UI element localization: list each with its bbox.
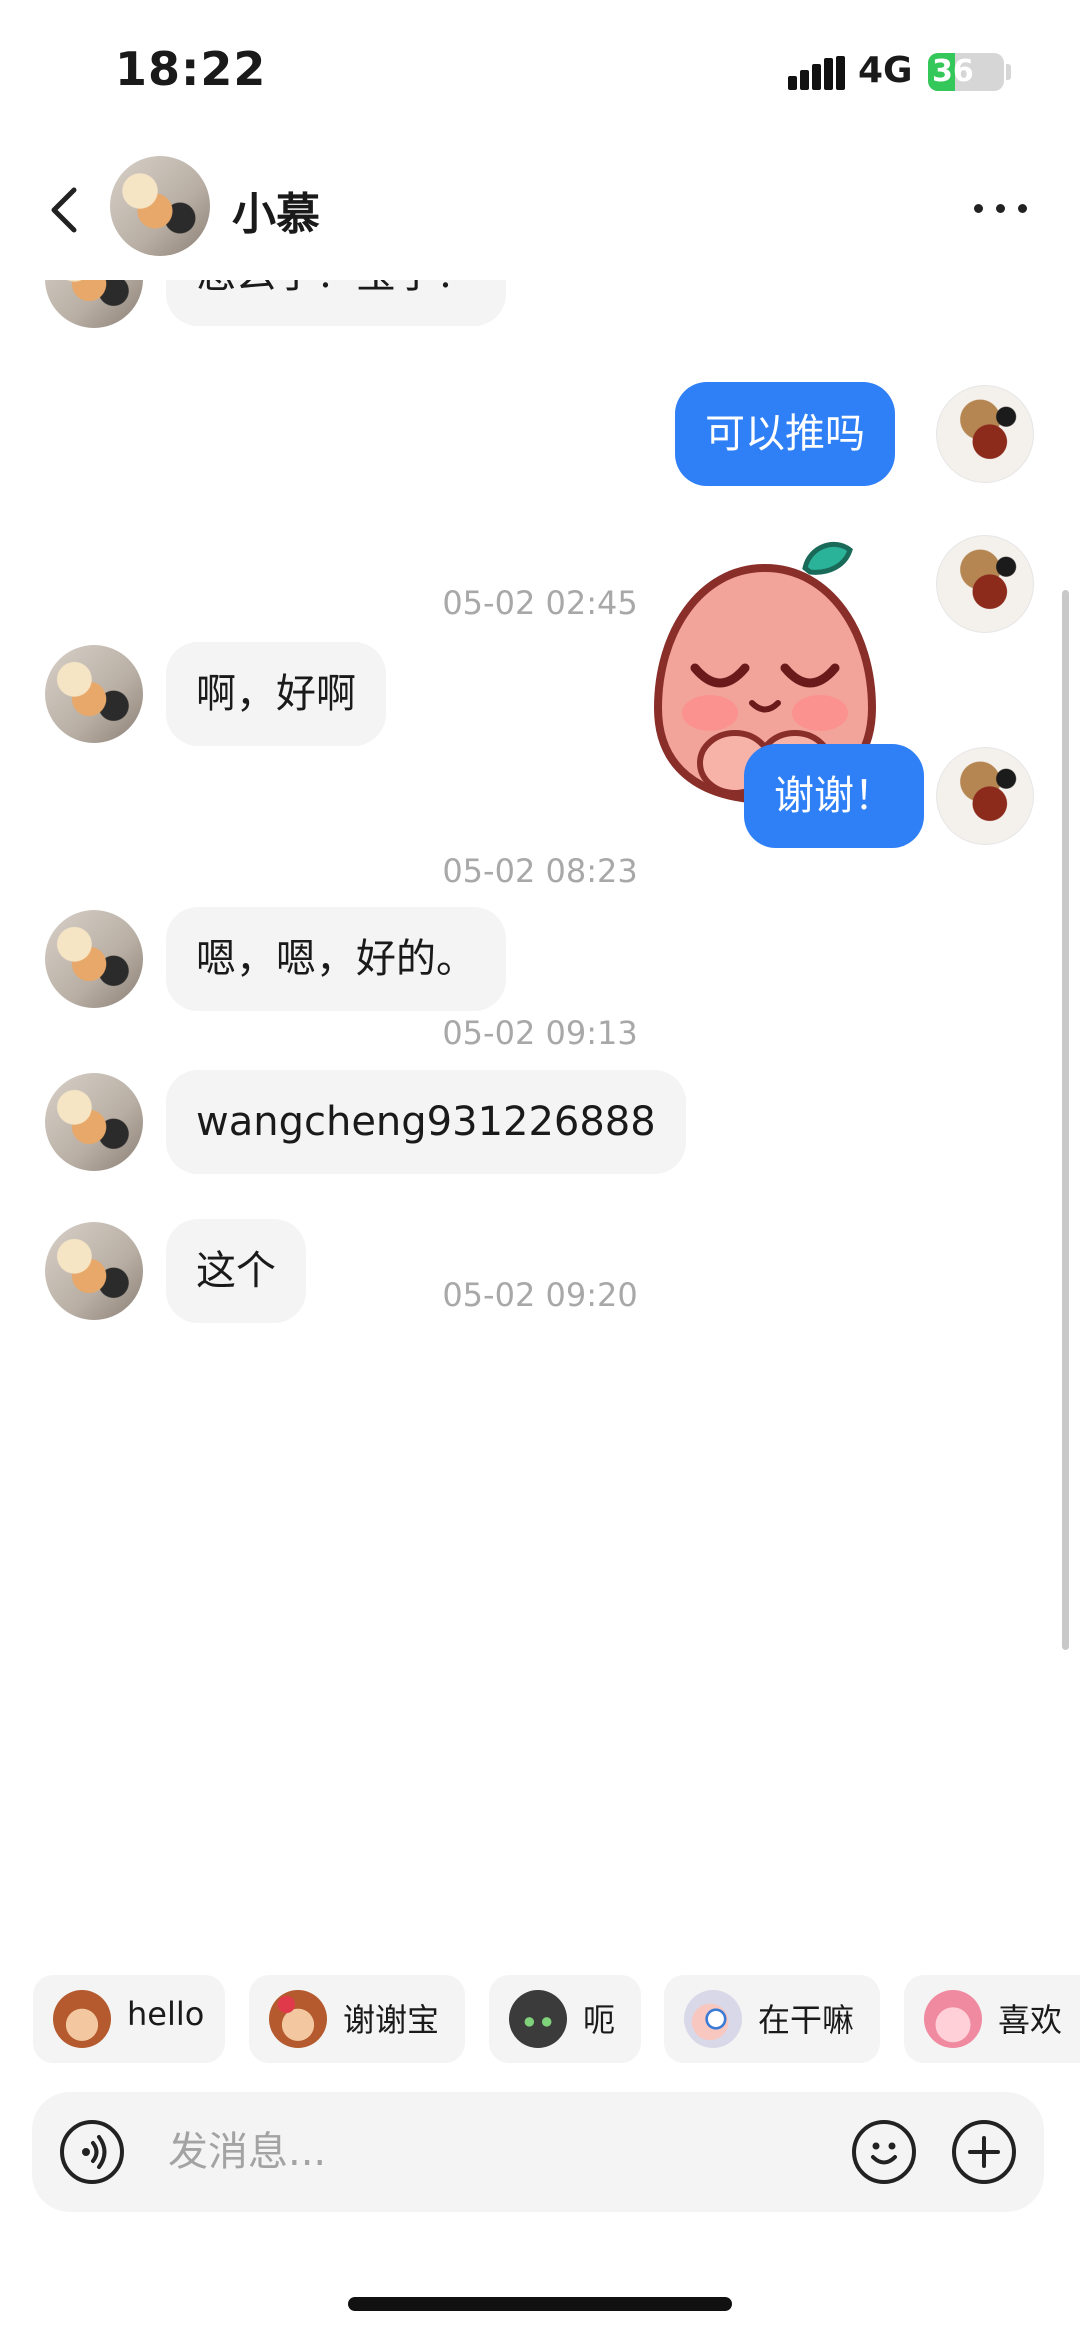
message-composer bbox=[32, 2092, 1044, 2212]
message-bubble[interactable]: 嗯，嗯，好的。 bbox=[166, 907, 506, 1011]
quick-reply-label: 谢谢宝 bbox=[343, 2001, 440, 2039]
ellipsis-dot bbox=[996, 204, 1005, 213]
status-time: 18:22 bbox=[115, 42, 267, 96]
contact-avatar[interactable] bbox=[110, 156, 210, 256]
ellipsis-dot bbox=[1018, 204, 1027, 213]
plus-circle-icon bbox=[968, 2136, 1000, 2168]
voice-wave-icon bbox=[82, 2135, 107, 2169]
battery-tip bbox=[1006, 64, 1011, 80]
timestamp: 05-02 09:20 bbox=[442, 1276, 638, 1314]
timestamp: 05-02 09:13 bbox=[442, 1014, 638, 1052]
quick-reply-label: 呃 bbox=[583, 2001, 616, 2039]
status-bar: 18:22 4G 36 bbox=[0, 0, 1080, 140]
my-avatar[interactable] bbox=[936, 747, 1034, 845]
message-bubble[interactable]: wangcheng931226888 bbox=[166, 1070, 686, 1174]
quick-reply-label: 喜欢 bbox=[998, 2001, 1063, 2039]
battery-icon: 36 bbox=[928, 53, 1004, 91]
scrollbar[interactable] bbox=[1062, 590, 1069, 1650]
ellipsis-icon bbox=[974, 204, 983, 213]
message-bubble[interactable]: 啊，好啊 bbox=[166, 642, 386, 746]
home-indicator[interactable] bbox=[348, 2297, 732, 2311]
timestamp: 05-02 08:23 bbox=[442, 852, 638, 890]
contact-avatar[interactable] bbox=[45, 280, 143, 328]
quick-reply-chip[interactable]: 呃 bbox=[489, 1975, 641, 2063]
smiley-icon bbox=[871, 2142, 897, 2165]
message-bubble[interactable]: 怎么了？宝子？ bbox=[166, 280, 506, 326]
cat-sticker-icon bbox=[509, 1990, 567, 2048]
emoji-button[interactable] bbox=[852, 2120, 916, 2184]
battery-level: 36 bbox=[932, 54, 974, 89]
quick-reply-bar[interactable]: hello 谢谢宝 呃 在干嘛 喜欢 bbox=[0, 1975, 1080, 2067]
quick-reply-chip[interactable]: 喜欢 bbox=[904, 1975, 1080, 2063]
message-bubble[interactable]: 可以推吗 bbox=[675, 382, 895, 486]
monkey-flower-sticker-icon bbox=[269, 1990, 327, 2048]
my-avatar[interactable] bbox=[936, 385, 1034, 483]
quick-reply-label: 在干嘛 bbox=[758, 2001, 855, 2039]
voice-button[interactable] bbox=[60, 2120, 124, 2184]
plus-button[interactable] bbox=[952, 2120, 1016, 2184]
magnifier-sticker-icon bbox=[684, 1990, 742, 2048]
contact-avatar[interactable] bbox=[45, 910, 143, 1008]
back-button[interactable] bbox=[40, 180, 90, 240]
message-input[interactable] bbox=[168, 2118, 728, 2186]
contact-name[interactable]: 小慕 bbox=[232, 178, 320, 242]
contact-avatar[interactable] bbox=[45, 645, 143, 743]
network-type: 4G bbox=[858, 50, 913, 91]
quick-reply-chip[interactable]: 谢谢宝 bbox=[249, 1975, 465, 2063]
chat-header: 小慕 bbox=[0, 140, 1080, 280]
pig-sticker-icon bbox=[924, 1990, 982, 2048]
more-button[interactable] bbox=[970, 196, 1030, 220]
chevron-left-icon bbox=[51, 187, 77, 233]
message-list[interactable]: 怎么了？宝子？ 可以推吗 05-02 02:45 啊，好啊 谢谢！ 05-02 … bbox=[0, 280, 1080, 1970]
quick-reply-chip[interactable]: 在干嘛 bbox=[664, 1975, 880, 2063]
message-bubble[interactable]: 谢谢！ bbox=[744, 744, 924, 848]
monkey-sticker-icon bbox=[53, 1990, 111, 2048]
signal-icon bbox=[788, 56, 846, 90]
timestamp: 05-02 02:45 bbox=[442, 584, 638, 622]
contact-avatar[interactable] bbox=[45, 1073, 143, 1171]
quick-reply-label: hello bbox=[127, 1995, 205, 2033]
quick-reply-chip[interactable]: hello bbox=[33, 1975, 225, 2063]
chat-screen: 18:22 4G 36 小慕 怎 bbox=[0, 0, 1080, 2337]
